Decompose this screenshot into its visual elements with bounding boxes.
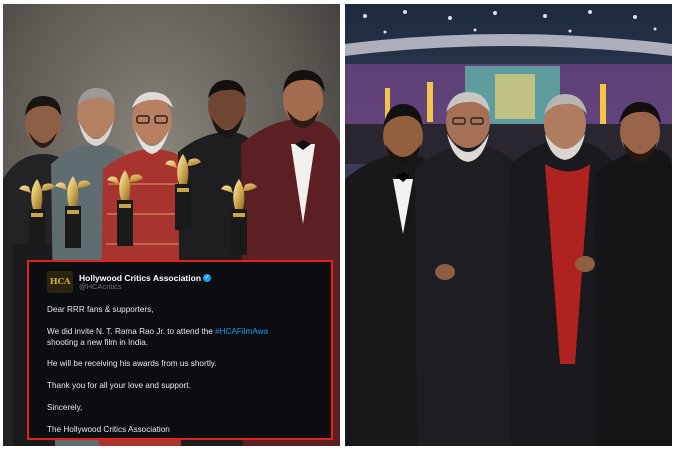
account-handle: @HCAcritics	[79, 281, 122, 291]
tweet-paragraph-2: He will be receiving his awards from us …	[47, 359, 217, 368]
tweet-signoff: Sincerely,	[47, 403, 83, 412]
tweet-header: HCA Hollywood Critics Association ✓ @HCA…	[47, 269, 331, 295]
hca-logo: HCA	[47, 271, 73, 293]
tweet-paragraph-3: Thank you for all your love and support.	[47, 381, 191, 390]
account-info: Hollywood Critics Association ✓ @HCAcrit…	[79, 273, 212, 291]
tweet-line1-cont: shooting a new film in India.	[47, 338, 149, 347]
hca-logo-text: HCA	[49, 277, 71, 287]
tweet-hashtag-link[interactable]: #HCAFilmAwa	[215, 327, 268, 336]
left-award-photo: HCA Hollywood Critics Association ✓ @HCA…	[3, 4, 340, 446]
right-photo-illustration	[345, 4, 672, 446]
tweet-greeting: Dear RRR fans & supporters,	[47, 305, 154, 314]
tweet-line1-start: We did invite N. T. Rama Rao Jr. to atte…	[47, 327, 216, 336]
tweet-screenshot: HCA Hollywood Critics Association ✓ @HCA…	[27, 260, 333, 440]
tweet-signature: The Hollywood Critics Association	[47, 425, 170, 434]
verified-badge-icon: ✓	[203, 274, 212, 283]
tweet-paragraph-1: We did invite N. T. Rama Rao Jr. to atte…	[47, 326, 331, 348]
tweet-body: Dear RRR fans & supporters, We did invit…	[47, 304, 331, 435]
right-ceremony-photo	[345, 4, 672, 446]
